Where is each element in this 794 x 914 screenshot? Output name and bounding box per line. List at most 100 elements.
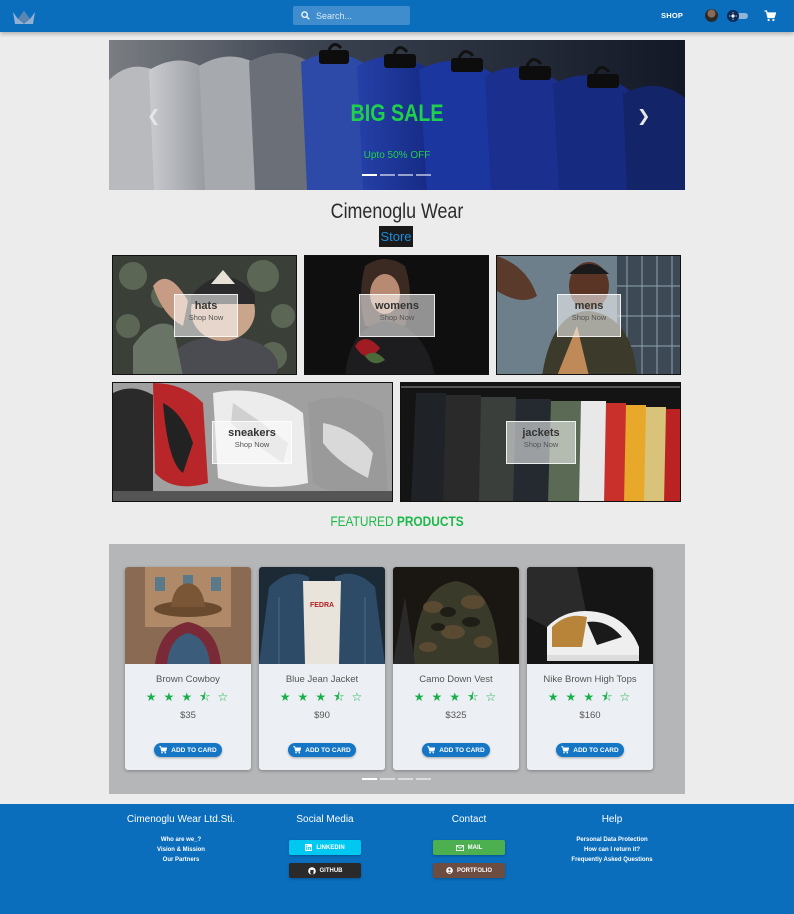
portfolio-label: PORTFOLIO [457, 867, 492, 874]
product-name: Camo Down Vest [419, 674, 493, 685]
cart-icon[interactable] [764, 10, 776, 22]
add-to-cart-button[interactable]: ADD TO CARD [422, 743, 490, 757]
mail-button[interactable]: MAIL [433, 840, 505, 855]
product-card[interactable]: Camo Down Vest ★★★⯪☆ $325 ADD TO CARD [393, 567, 519, 770]
category-jackets[interactable]: jackets Shop Now [400, 382, 681, 502]
slide-indicator[interactable] [362, 174, 377, 176]
add-to-cart-button[interactable]: ADD TO CARD [288, 743, 356, 757]
product-image: FEDRA [259, 567, 385, 664]
slide-indicator[interactable] [416, 174, 431, 176]
product-price: $35 [180, 710, 196, 721]
slide-indicator[interactable] [398, 174, 413, 176]
brand-title: Cimenoglu Wear [330, 200, 464, 223]
slide-indicator[interactable] [416, 778, 431, 780]
star-icon: ★ [163, 690, 182, 704]
add-to-cart-button[interactable]: ADD TO CARD [154, 743, 222, 757]
hero-carousel[interactable]: ❮ ❯ BIG SALE Upto 50% OFF [109, 40, 685, 190]
star-outline-icon: ☆ [485, 690, 504, 704]
hero-next-button[interactable]: ❯ [637, 106, 650, 125]
footer-link-faq[interactable]: Frequently Asked Questions [542, 857, 682, 863]
footer-contact-column: Contact [399, 814, 539, 837]
slide-indicator[interactable] [362, 778, 377, 780]
rating-stars: ★★★⯪☆ [527, 688, 653, 709]
add-to-cart-label: ADD TO CARD [171, 746, 217, 754]
star-icon: ★ [547, 690, 566, 704]
shop-now-link[interactable]: Shop Now [175, 313, 237, 322]
category-name: jackets [522, 427, 560, 439]
search-input[interactable] [316, 10, 401, 21]
footer-help-column: Help Personal Data Protection How can I … [542, 814, 682, 867]
category-hats[interactable]: hats Shop Now [112, 255, 297, 375]
rating-stars: ★★★⯪☆ [393, 688, 519, 709]
star-icon: ★ [449, 690, 468, 704]
linkedin-button[interactable]: LINKEDIN [289, 840, 361, 855]
github-label: GITHUB [319, 867, 343, 874]
category-label: womens Shop Now [359, 294, 435, 337]
featured-prefix: FEATURED [330, 513, 394, 529]
slide-indicator[interactable] [398, 778, 413, 780]
category-name: womens [374, 300, 419, 312]
product-price: $325 [445, 710, 467, 721]
star-icon: ★ [315, 690, 334, 704]
avatar[interactable] [705, 9, 718, 22]
hero-slide-indicators [362, 174, 431, 176]
category-label: sneakers Shop Now [212, 421, 292, 464]
footer-social-column: Social Media [255, 814, 395, 837]
shop-link[interactable]: SHOP [661, 11, 683, 20]
slide-indicator[interactable] [380, 778, 395, 780]
category-mens[interactable]: mens Shop Now [496, 255, 681, 375]
mail-icon [455, 844, 464, 851]
add-to-cart-label: ADD TO CARD [305, 746, 351, 754]
product-name: Blue Jean Jacket [285, 674, 359, 685]
theme-toggle[interactable] [727, 10, 748, 22]
toggle-knob [727, 10, 739, 22]
add-to-cart-label: ADD TO CARD [439, 746, 485, 754]
footer-link-partners[interactable]: Our Partners [111, 857, 251, 863]
mail-label: MAIL [467, 844, 483, 851]
star-half-icon: ⯪ [467, 690, 486, 704]
star-outline-icon: ☆ [619, 690, 638, 704]
add-to-cart-button[interactable]: ADD TO CARD [556, 743, 624, 757]
add-to-cart-label: ADD TO CARD [573, 746, 619, 754]
star-half-icon: ⯪ [601, 690, 620, 704]
product-image [125, 567, 251, 664]
product-card[interactable]: FEDRA Blue Jean Jacket ★★★⯪☆ $90 ADD TO … [259, 567, 385, 770]
hero-subtitle: Upto 50% OFF [363, 150, 431, 161]
crown-logo-icon[interactable] [12, 9, 36, 25]
rating-stars: ★★★⯪☆ [259, 688, 385, 709]
category-label: jackets Shop Now [506, 421, 576, 464]
category-label: mens Shop Now [557, 294, 621, 337]
search-box[interactable] [293, 6, 410, 25]
star-half-icon: ⯪ [199, 690, 218, 704]
star-half-icon: ⯪ [333, 690, 352, 704]
product-card[interactable]: Nike Brown High Tops ★★★⯪☆ $160 ADD TO C… [527, 567, 653, 770]
cart-icon [561, 746, 570, 754]
category-label: hats Shop Now [174, 294, 238, 337]
footer-link-who-are-we[interactable]: Who are we_? [111, 837, 251, 843]
star-icon: ★ [583, 690, 602, 704]
shop-now-link[interactable]: Shop Now [360, 313, 434, 322]
product-slide-indicators [362, 778, 431, 780]
category-name: sneakers [228, 427, 276, 439]
star-icon: ★ [565, 690, 584, 704]
star-icon: ★ [145, 690, 164, 704]
shop-now-link[interactable]: Shop Now [213, 440, 291, 449]
footer-link-returns[interactable]: How can I return it? [542, 847, 682, 853]
linkedin-label: LINKEDIN [316, 844, 345, 851]
slide-indicator[interactable] [380, 174, 395, 176]
category-womens[interactable]: womens Shop Now [304, 255, 489, 375]
footer-company-column: Cimenoglu Wear Ltd.Sti. Who are we_? Vis… [111, 814, 251, 867]
hero-prev-button[interactable]: ❮ [147, 106, 160, 125]
shop-now-link[interactable]: Shop Now [558, 313, 620, 322]
portfolio-button[interactable]: PORTFOLIO [433, 863, 505, 878]
category-sneakers[interactable]: sneakers Shop Now [112, 382, 393, 502]
product-card[interactable]: Brown Cowboy ★★★⯪☆ $35 ADD TO CARD [125, 567, 251, 770]
cart-icon [427, 746, 436, 754]
footer-link-vision-mission[interactable]: Vision & Mission [111, 847, 251, 853]
search-icon [301, 11, 310, 20]
footer-link-data-protection[interactable]: Personal Data Protection [542, 837, 682, 843]
github-button[interactable]: GITHUB [289, 863, 361, 878]
shop-now-link[interactable]: Shop Now [507, 440, 575, 449]
star-icon: ★ [181, 690, 200, 704]
footer-contact-title: Contact [451, 814, 487, 825]
